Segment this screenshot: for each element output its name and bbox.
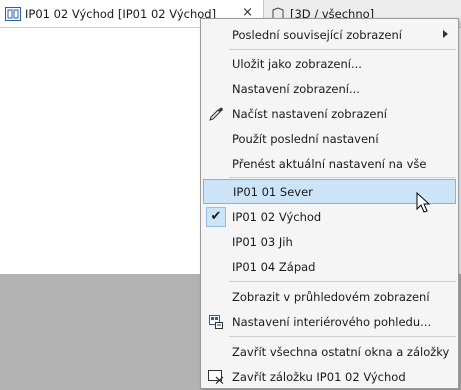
- checkmark-glyph: ✔: [206, 206, 226, 227]
- menu-item-label: IP01 04 Západ: [232, 259, 316, 274]
- elevation-view-icon: [5, 6, 21, 21]
- menu-item-label: IP01 01 Sever: [233, 184, 313, 199]
- menu-item-ip01-03-jih[interactable]: IP01 03 Jih: [203, 229, 456, 254]
- submenu-arrow-icon: [443, 30, 448, 38]
- menu-item-close-other-windows[interactable]: Zavřít všechna ostatní okna a záložky: [203, 339, 456, 364]
- menu-item-show-in-transparent-view[interactable]: Zobrazit v průhledovém zobrazení: [203, 284, 456, 309]
- interior-view-icon: [203, 309, 229, 334]
- menu-item-close-tab[interactable]: Zavřít záložku IP01 02 Východ: [203, 364, 456, 389]
- close-tab-window-icon: [203, 364, 229, 389]
- menu-item-use-last-settings[interactable]: Použít poslední nastavení: [203, 126, 456, 151]
- menu-separator: [229, 281, 456, 282]
- menu-item-label: Zavřít všechna ostatní okna a záložky: [232, 344, 450, 359]
- menu-item-load-view-settings[interactable]: Načíst nastavení zobrazení: [203, 101, 456, 126]
- menu-item-label: Načíst nastavení zobrazení: [232, 106, 387, 121]
- menu-item-label: Uložit jako zobrazení...: [232, 56, 362, 71]
- menu-separator: [229, 336, 456, 337]
- mouse-pointer-icon: [416, 192, 431, 213]
- menu-item-transfer-settings[interactable]: Přenést aktuální nastavení na vše: [203, 151, 456, 176]
- menu-separator: [229, 49, 456, 50]
- tab-title: IP01 02 Východ [IP01 02 Východ]: [25, 6, 217, 21]
- menu-item-label: Přenést aktuální nastavení na vše: [232, 156, 427, 171]
- menu-separator: [229, 177, 456, 178]
- menu-item-label: IP01 02 Východ: [232, 209, 322, 224]
- menu-item-label: Zavřít záložku IP01 02 Východ: [232, 369, 406, 384]
- eyedropper-icon: [203, 101, 229, 126]
- checkmark-icon: ✔: [203, 204, 229, 229]
- menu-item-label: Použít poslední nastavení: [232, 131, 379, 146]
- menu-item-label: Nastavení zobrazení...: [232, 81, 360, 96]
- menu-item-related-views[interactable]: Poslední související zobrazení: [203, 22, 456, 47]
- menu-item-label: Nastavení interiérového pohledu...: [232, 314, 432, 329]
- menu-item-label: Poslední související zobrazení: [232, 27, 402, 42]
- menu-item-label: Zobrazit v průhledovém zobrazení: [232, 289, 430, 304]
- menu-item-interior-view-settings[interactable]: Nastavení interiérového pohledu...: [203, 309, 456, 334]
- menu-item-label: IP01 03 Jih: [232, 234, 293, 249]
- menu-item-save-as-view[interactable]: Uložit jako zobrazení...: [203, 51, 456, 76]
- menu-item-ip01-04-zapad[interactable]: IP01 04 Západ: [203, 254, 456, 279]
- menu-item-view-settings[interactable]: Nastavení zobrazení...: [203, 76, 456, 101]
